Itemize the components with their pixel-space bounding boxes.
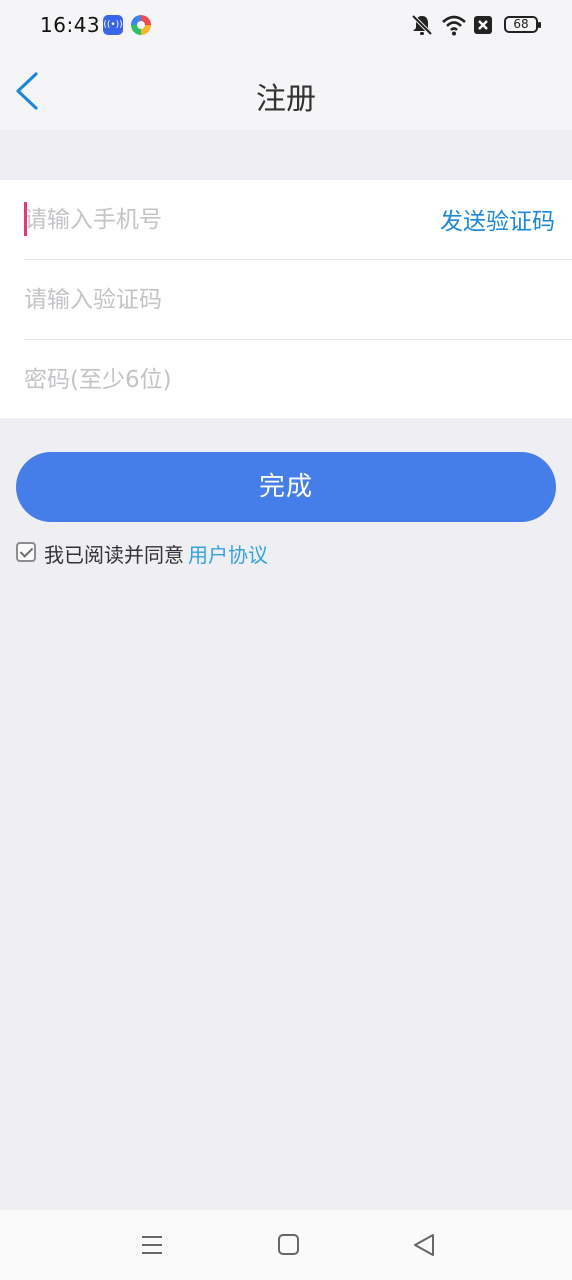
text-caret <box>24 202 27 236</box>
wifi-icon <box>442 15 466 36</box>
code-row <box>24 260 572 340</box>
password-input[interactable] <box>24 358 404 402</box>
header: 注册 <box>0 52 572 130</box>
system-nav-bar <box>0 1210 572 1280</box>
send-code-button[interactable]: 发送验证码 <box>440 202 555 236</box>
page-title: 注册 <box>256 82 316 117</box>
phone-row: 发送验证码 <box>24 180 572 260</box>
status-time: 16:43 <box>40 13 101 37</box>
done-button[interactable]: 完成 <box>16 452 556 522</box>
nfc-app-icon: ((•)) <box>103 15 123 35</box>
sim-x-icon <box>474 16 492 34</box>
agreement-checkbox[interactable] <box>16 542 36 562</box>
verification-code-input[interactable] <box>24 278 404 322</box>
status-bar: 16:43 ((•)) 68 <box>0 0 572 52</box>
agreement-text: 我已阅读并同意 <box>44 543 184 567</box>
password-row <box>24 340 572 418</box>
home-icon[interactable] <box>274 1232 304 1258</box>
menu-icon[interactable] <box>138 1232 168 1258</box>
phone-input[interactable] <box>24 198 404 242</box>
colorful-app-icon <box>131 15 151 35</box>
back-triangle-icon[interactable] <box>410 1232 440 1258</box>
user-agreement-link[interactable]: 用户协议 <box>188 539 268 568</box>
battery-icon: 68 <box>504 16 541 33</box>
mute-icon <box>411 14 433 36</box>
register-form: 发送验证码 <box>0 180 572 418</box>
